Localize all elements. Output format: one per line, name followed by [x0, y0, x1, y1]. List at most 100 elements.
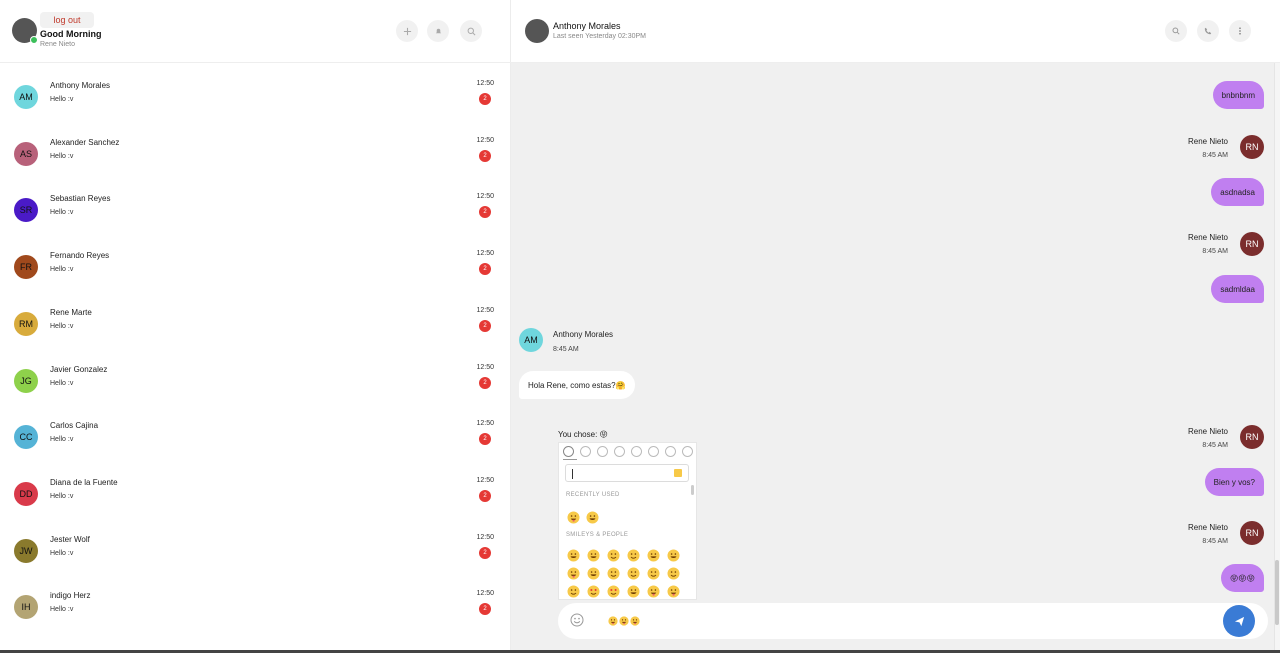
contact-item[interactable]: AM Anthony Morales Hello :v 12:50 2	[0, 75, 511, 131]
incoming-message: Hola Rene, como estas?🤗	[519, 371, 635, 399]
smiley-icon[interactable]	[580, 446, 591, 457]
search-icon	[467, 27, 475, 35]
contact-last-message: Hello :v	[50, 549, 74, 557]
emoji-face-icon[interactable]	[586, 511, 599, 524]
food-icon[interactable]	[614, 446, 625, 457]
more-options-button[interactable]	[1229, 20, 1251, 42]
emoji-face-icon[interactable]	[647, 567, 660, 580]
contact-last-message: Hello :v	[50, 322, 74, 330]
emoji-face-icon[interactable]	[667, 549, 680, 562]
contact-last-message: Hello :v	[50, 492, 74, 500]
travel-icon[interactable]	[648, 446, 659, 457]
emoji-search-input[interactable]	[565, 464, 689, 482]
call-button[interactable]	[1197, 20, 1219, 42]
search-chat-button[interactable]	[1165, 20, 1187, 42]
message-meta: Rene Nieto 8:45 AM	[1188, 233, 1228, 255]
emoji-scrollbar[interactable]	[691, 485, 694, 495]
bulb-icon[interactable]	[665, 446, 676, 457]
unread-badge: 2	[479, 546, 491, 559]
emoji-face-icon[interactable]	[567, 567, 580, 580]
send-icon	[1234, 616, 1244, 626]
contact-item[interactable]: IH indigo Herz Hello :v 12:50 2	[0, 585, 511, 641]
emoji-face-icon[interactable]	[627, 567, 640, 580]
contact-name: Alexander Sanchez	[50, 137, 120, 147]
emoji-face-icon[interactable]	[567, 549, 580, 562]
contact-name: Rene Marte	[50, 307, 92, 317]
more-vertical-icon	[1239, 27, 1241, 35]
contact-avatar: JW	[14, 538, 38, 563]
message-time: 8:45 AM	[553, 346, 579, 353]
emoji-face-icon[interactable]	[607, 567, 620, 580]
notifications-button[interactable]	[427, 20, 449, 42]
sender-avatar: RN	[1240, 521, 1264, 545]
contact-avatar: DD	[14, 481, 38, 506]
sender-avatar: RN	[1240, 425, 1264, 449]
sender-name: Anthony Morales	[553, 330, 614, 339]
outgoing-message: bnbnbnm	[1212, 81, 1264, 109]
sidebar-header: log out Good Morning Rene Nieto	[0, 0, 511, 63]
chat-panel: Anthony Morales Last seen Yesterday 02:3…	[511, 0, 1280, 650]
composer-input[interactable]: 😝😝😝	[608, 614, 640, 628]
contact-item[interactable]: SR Sebastian Reyes Hello :v 12:50 2	[0, 188, 511, 244]
smile-icon[interactable]	[570, 613, 584, 627]
emoji-face-icon[interactable]	[627, 585, 640, 598]
clock-icon[interactable]	[563, 446, 574, 457]
emoji-face-icon[interactable]	[607, 549, 620, 562]
message-meta: Rene Nieto 8:45 AM	[1188, 523, 1228, 545]
emoji-category-bar	[563, 446, 693, 460]
contact-item[interactable]: JG Javier Gonzalez Hello :v 12:50 2	[0, 359, 511, 415]
contact-name: Javier Gonzalez	[50, 364, 108, 374]
contact-time: 12:50	[476, 533, 494, 541]
emoji-face-icon[interactable]	[567, 511, 580, 524]
contact-time: 12:50	[476, 193, 494, 201]
emoji-picker: RECENTLY USED SMILEYS & PEOPLE	[558, 442, 697, 600]
contact-avatar: FR	[14, 255, 38, 280]
contact-time: 12:50	[476, 420, 494, 428]
contact-item[interactable]: FR Fernando Reyes Hello :v 12:50 2	[0, 245, 511, 301]
active-category-indicator	[563, 459, 577, 460]
emoji-face-icon[interactable]	[587, 585, 600, 598]
contact-item[interactable]: JW Jester Wolf Hello :v 12:50 2	[0, 529, 511, 585]
contact-item[interactable]: AS Alexander Sanchez Hello :v 12:50 2	[0, 132, 511, 188]
emoji-face-icon[interactable]	[627, 549, 640, 562]
emoji-face-icon[interactable]	[647, 549, 660, 562]
contact-last-message: Hello :v	[50, 209, 74, 217]
contact-avatar: AM	[14, 85, 38, 109]
ball-icon[interactable]	[631, 446, 642, 457]
unread-badge: 2	[479, 489, 491, 502]
logout-button[interactable]: log out	[40, 12, 94, 28]
peer-avatar[interactable]	[525, 19, 549, 43]
search-icon	[1172, 27, 1180, 35]
outgoing-message: 😝😝😝	[1220, 564, 1264, 592]
contact-last-message: Hello :v	[50, 152, 74, 160]
contact-item[interactable]: RM Rene Marte Hello :v 12:50 2	[0, 302, 511, 358]
send-button[interactable]	[1223, 605, 1255, 637]
search-contacts-button[interactable]	[460, 20, 482, 42]
unread-badge: 2	[479, 93, 491, 105]
emoji-face-icon[interactable]	[567, 585, 580, 598]
sender-name: Rene Nieto	[1187, 233, 1228, 242]
emoji-face-icon[interactable]	[607, 585, 620, 598]
message-composer[interactable]: 😝😝😝	[558, 603, 1268, 639]
new-chat-button[interactable]	[396, 20, 418, 42]
chat-scrollbar-thumb[interactable]	[1275, 560, 1279, 625]
emoji-face-icon[interactable]	[647, 585, 660, 598]
skin-tone-selector[interactable]	[674, 469, 682, 477]
message-time: 8:45 AM	[1202, 538, 1228, 545]
outgoing-message: sadmldaa	[1211, 275, 1264, 303]
contact-name: indigo Herz	[50, 591, 91, 601]
emoji-face-icon[interactable]	[587, 549, 600, 562]
emoji-face-icon[interactable]	[667, 585, 680, 598]
contact-item[interactable]: DD Diana de la Fuente Hello :v 12:50 2	[0, 472, 511, 528]
message-time: 8:45 AM	[1202, 152, 1228, 159]
emoji-face-icon[interactable]	[587, 567, 600, 580]
bear-icon[interactable]	[597, 446, 608, 457]
emoji-face-icon[interactable]	[667, 567, 680, 580]
unread-badge: 2	[479, 263, 491, 276]
contact-name: Fernando Reyes	[50, 251, 110, 261]
sender-name: Rene Nieto	[1187, 427, 1228, 436]
emoji-face-icon	[619, 616, 629, 626]
contact-item[interactable]: CC Carlos Cajina Hello :v 12:50 2	[0, 415, 511, 471]
flag-icon[interactable]	[682, 446, 693, 457]
chat-header: Anthony Morales Last seen Yesterday 02:3…	[511, 0, 1280, 63]
